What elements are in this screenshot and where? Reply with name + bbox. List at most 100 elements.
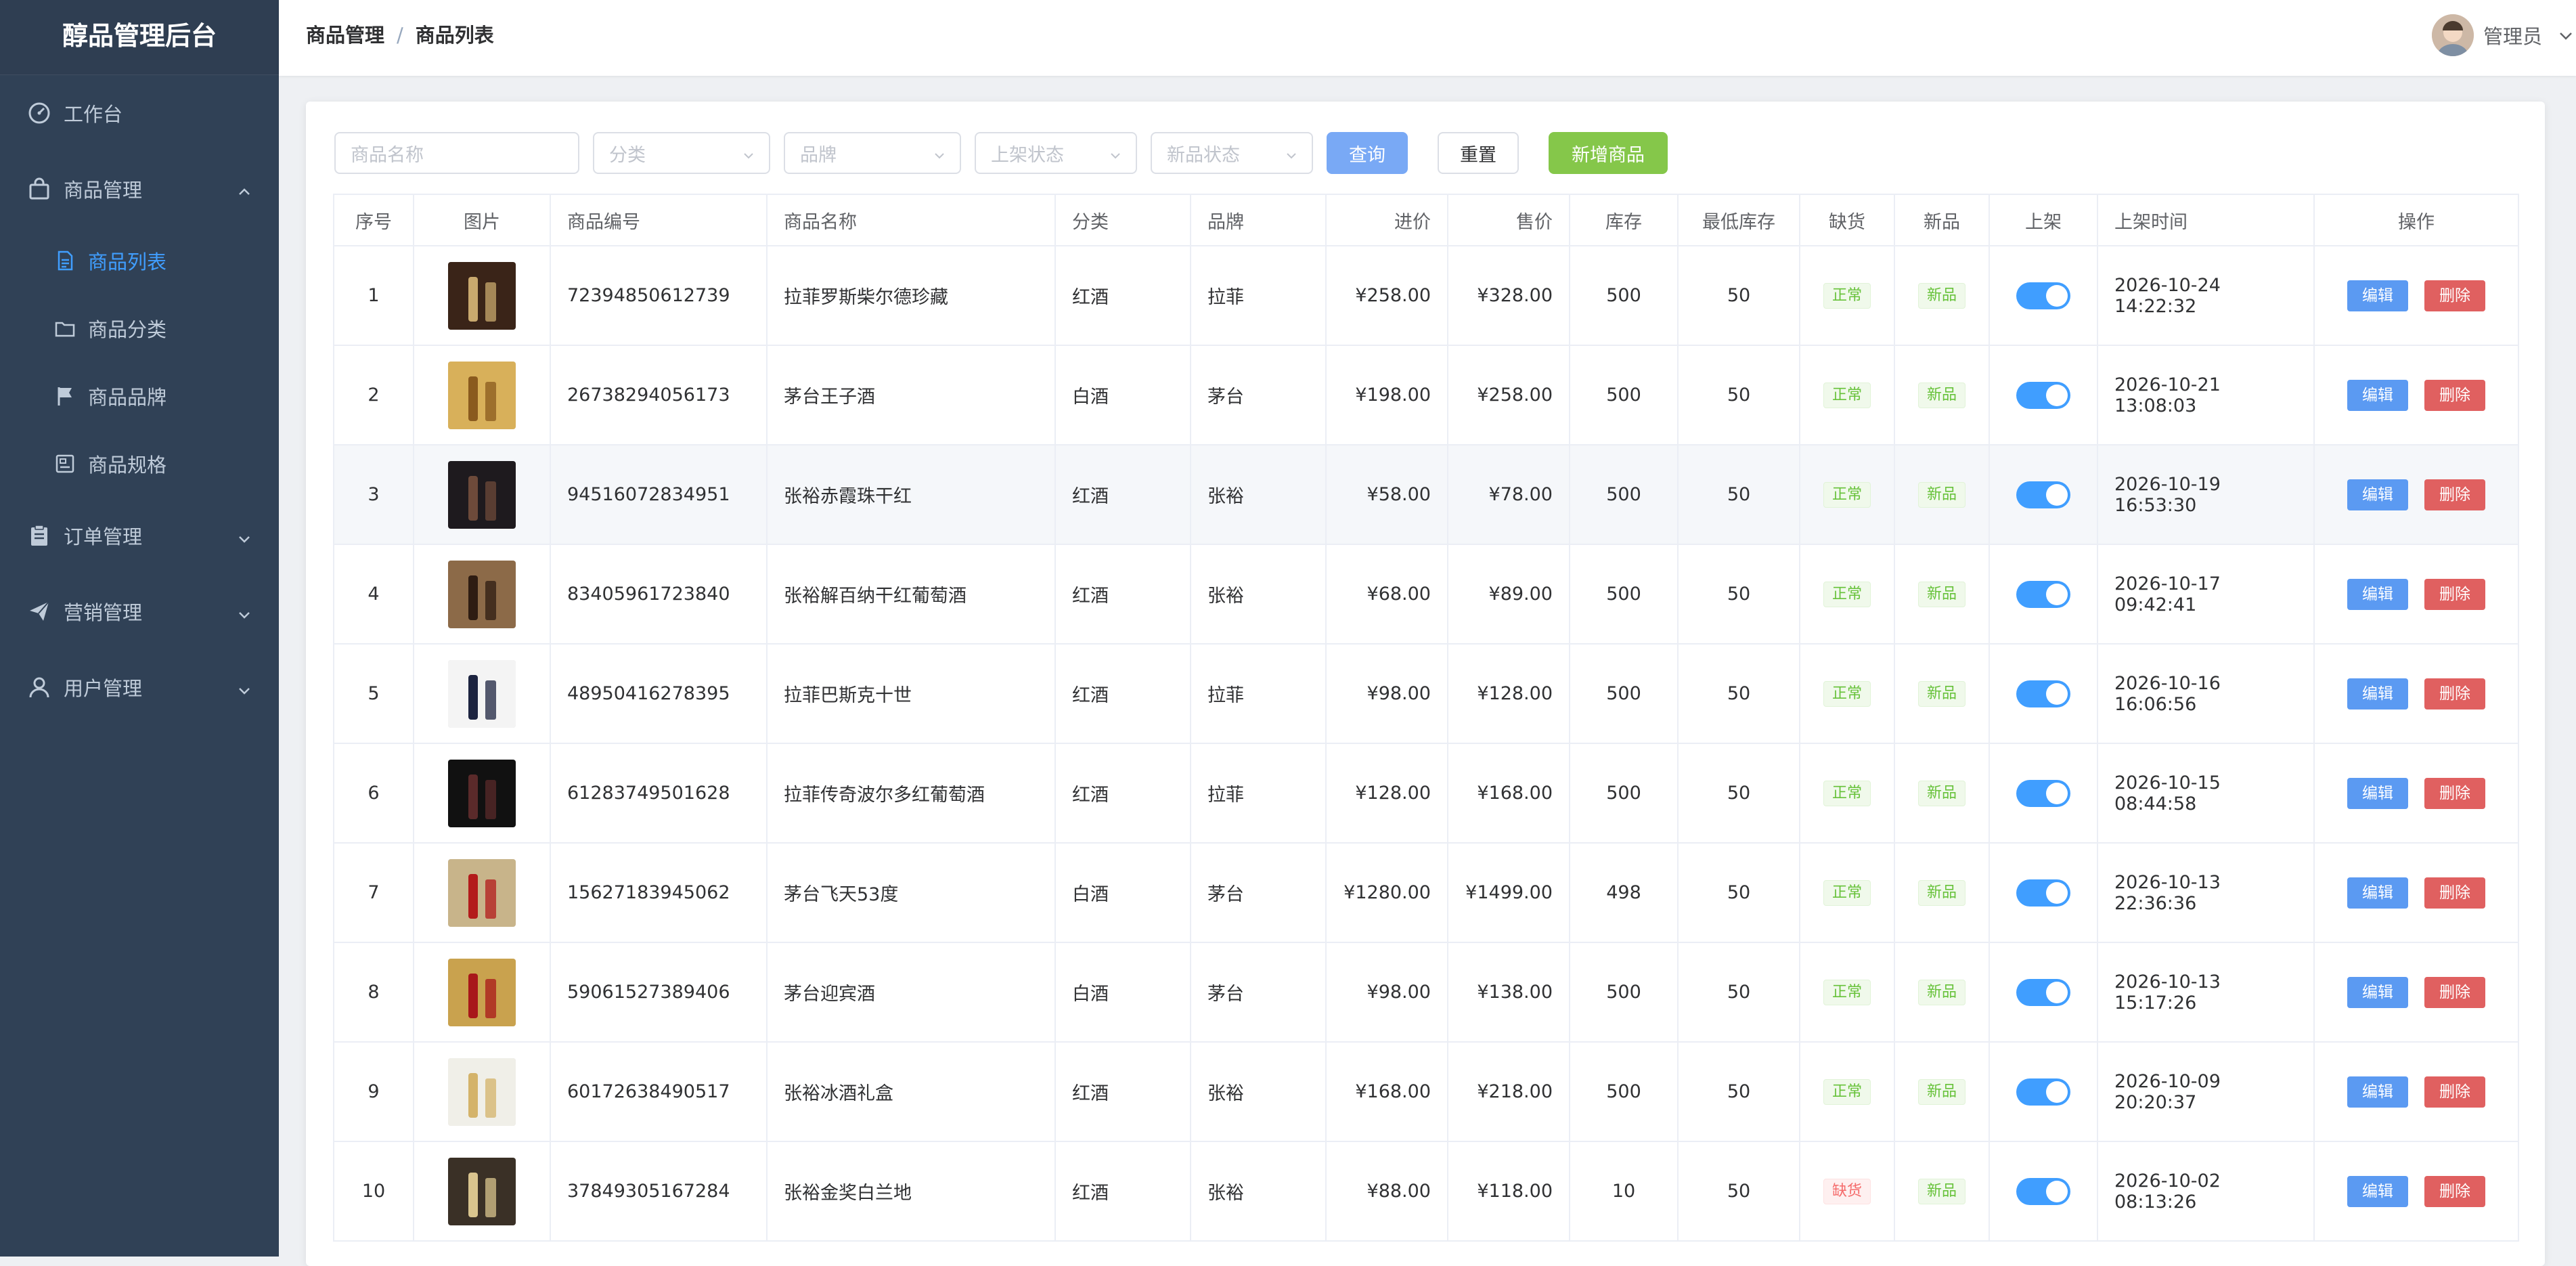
delete-button[interactable]: 删除 [2424, 976, 2485, 1008]
edit-button[interactable]: 编辑 [2347, 280, 2408, 311]
delete-button[interactable]: 删除 [2424, 777, 2485, 809]
brand-select[interactable]: 品牌 [784, 132, 961, 174]
on-shelf-toggle[interactable] [2016, 779, 2070, 807]
edit-button[interactable]: 编辑 [2347, 1076, 2408, 1108]
on-shelf-toggle[interactable] [2016, 580, 2070, 608]
new-status-placeholder: 新品状态 [1167, 144, 1240, 166]
cell-min-stock: 50 [1677, 643, 1800, 744]
shortage-status-badge: 正常 [1823, 1078, 1871, 1105]
edit-button[interactable]: 编辑 [2347, 578, 2408, 610]
cell-shortage: 缺货 [1799, 1141, 1895, 1242]
cell-category: 红酒 [1054, 1041, 1191, 1142]
folder-icon [54, 318, 76, 339]
sidebar-item-users[interactable]: 用户管理 [0, 649, 279, 725]
sidebar-item-dashboard[interactable]: 工作台 [0, 75, 279, 151]
sidebar-subitem-product-list[interactable]: 商品列表 [0, 227, 279, 294]
shelf-status-select[interactable]: 上架状态 [975, 132, 1137, 174]
delete-button[interactable]: 删除 [2424, 280, 2485, 311]
cell-code: 60172638490517 [550, 1041, 768, 1142]
on-shelf-toggle[interactable] [2016, 282, 2070, 309]
delete-button[interactable]: 删除 [2424, 578, 2485, 610]
sidebar-item-label: 工作台 [64, 103, 123, 126]
cell-time: 2026-10-13 22:36:36 [2097, 842, 2315, 943]
edit-button[interactable]: 编辑 [2347, 479, 2408, 510]
product-thumbnail[interactable] [448, 858, 516, 927]
table-row: 7 15627183945062 茅台飞天53度 白酒 茅台 ¥1280.00 ¥1499.… [333, 842, 2519, 943]
delete-button[interactable]: 删除 [2424, 1076, 2485, 1108]
product-thumbnail[interactable] [448, 958, 516, 1026]
delete-button[interactable]: 删除 [2424, 479, 2485, 510]
sidebar-item-label: 商品管理 [64, 179, 143, 202]
cell-min-stock: 50 [1677, 842, 1800, 943]
user-menu[interactable]: 管理员 [2431, 0, 2576, 70]
on-shelf-toggle[interactable] [2016, 381, 2070, 409]
table-row: 8 59061527389406 茅台迎宾酒 白酒 茅台 ¥98.00 ¥138.00 500… [333, 942, 2519, 1043]
cell-code: 72394850612739 [550, 245, 768, 346]
cell-stock: 500 [1569, 743, 1679, 844]
edit-button[interactable]: 编辑 [2347, 1175, 2408, 1207]
product-thumbnail[interactable] [448, 659, 516, 728]
cell-index: 9 [333, 1041, 414, 1142]
sidebar-item-products[interactable]: 商品管理 [0, 151, 279, 227]
sidebar-item-orders[interactable]: 订单管理 [0, 498, 279, 573]
product-thumbnail[interactable] [448, 460, 516, 529]
cell-time: 2026-10-17 09:42:41 [2097, 544, 2315, 645]
cell-shortage: 正常 [1799, 444, 1895, 545]
sidebar-subitem-product-spec[interactable]: 商品规格 [0, 430, 279, 498]
on-shelf-toggle[interactable] [2016, 680, 2070, 707]
cell-on-shelf [1989, 444, 2098, 545]
new-status-badge: 新品 [1917, 1078, 1966, 1105]
edit-button[interactable]: 编辑 [2347, 877, 2408, 909]
product-thumbnail[interactable] [448, 1057, 516, 1126]
on-shelf-toggle[interactable] [2016, 978, 2070, 1006]
cell-category: 红酒 [1054, 643, 1191, 744]
cell-new: 新品 [1894, 942, 1990, 1043]
edit-button[interactable]: 编辑 [2347, 379, 2408, 411]
cell-stock: 500 [1569, 245, 1679, 346]
delete-button[interactable]: 删除 [2424, 678, 2485, 710]
cell-on-shelf [1989, 842, 2098, 943]
sidebar-subitem-product-category[interactable]: 商品分类 [0, 294, 279, 362]
username-label: 管理员 [2483, 25, 2542, 48]
delete-button[interactable]: 删除 [2424, 1175, 2485, 1207]
cell-price: ¥128.00 [1447, 643, 1570, 744]
new-status-select[interactable]: 新品状态 [1151, 132, 1313, 174]
reset-button[interactable]: 重置 [1438, 132, 1519, 174]
chevron-down-icon [1285, 146, 1298, 160]
sidebar-subitem-product-brand[interactable]: 商品品牌 [0, 362, 279, 430]
category-placeholder: 分类 [609, 144, 646, 166]
edit-button[interactable]: 编辑 [2347, 678, 2408, 710]
sidebar-item-marketing[interactable]: 营销管理 [0, 573, 279, 649]
add-product-button[interactable]: 新增商品 [1549, 132, 1668, 174]
avatar[interactable] [2431, 14, 2474, 56]
column-header: 商品名称 [766, 194, 1056, 246]
on-shelf-toggle[interactable] [2016, 879, 2070, 907]
cell-shortage: 正常 [1799, 643, 1895, 744]
cell-image [413, 743, 551, 844]
delete-button[interactable]: 删除 [2424, 877, 2485, 909]
edit-button[interactable]: 编辑 [2347, 976, 2408, 1008]
shelf-status-placeholder: 上架状态 [991, 144, 1064, 166]
delete-button[interactable]: 删除 [2424, 379, 2485, 411]
on-shelf-toggle[interactable] [2016, 1177, 2070, 1205]
cell-actions: 编辑 删除 [2313, 1141, 2519, 1242]
product-thumbnail[interactable] [448, 261, 516, 330]
product-thumbnail[interactable] [448, 560, 516, 628]
category-select[interactable]: 分类 [593, 132, 770, 174]
content-card: 商品名称 分类 品牌 上架状态 新品状态 查询 重置 新增商品 序号 图片 商品… [306, 102, 2545, 1266]
edit-button[interactable]: 编辑 [2347, 777, 2408, 809]
product-thumbnail[interactable] [448, 1157, 516, 1225]
product-thumbnail[interactable] [448, 361, 516, 429]
cell-brand: 茅台 [1190, 942, 1327, 1043]
on-shelf-toggle[interactable] [2016, 1078, 2070, 1106]
sidebar-item-label: 商品品牌 [88, 386, 167, 409]
breadcrumb-item[interactable]: 商品管理 [306, 24, 384, 47]
cell-new: 新品 [1894, 245, 1990, 346]
query-button[interactable]: 查询 [1327, 132, 1408, 174]
product-thumbnail[interactable] [448, 759, 516, 827]
product-name-input[interactable]: 商品名称 [334, 132, 579, 174]
on-shelf-toggle[interactable] [2016, 481, 2070, 508]
cell-min-stock: 50 [1677, 444, 1800, 545]
clipboard-icon [27, 523, 51, 548]
cell-code: 37849305167284 [550, 1141, 768, 1242]
